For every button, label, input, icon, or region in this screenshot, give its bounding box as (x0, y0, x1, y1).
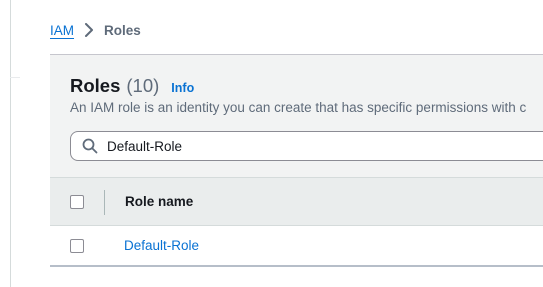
roles-container: Roles (10) Info An IAM role is an identi… (50, 54, 543, 267)
breadcrumb-iam-link[interactable]: IAM (50, 23, 74, 38)
chevron-right-icon (74, 20, 104, 40)
roles-header: Roles (10) Info An IAM role is an identi… (50, 55, 543, 177)
breadcrumb-current: Roles (104, 22, 141, 38)
side-navigation-divider (10, 77, 20, 78)
roles-title-row: Roles (10) Info (70, 75, 194, 97)
side-navigation-edge (10, 0, 20, 287)
breadcrumb: IAM Roles (50, 20, 141, 40)
info-link[interactable]: Info (171, 81, 194, 95)
table-row: Default-Role (50, 226, 543, 267)
search-icon (73, 132, 107, 160)
search-field[interactable] (70, 131, 543, 161)
role-name-link[interactable]: Default-Role (124, 238, 199, 253)
page-title: Roles (70, 75, 121, 96)
table-header-row: Role name (50, 177, 543, 226)
search-input[interactable] (107, 133, 543, 159)
column-divider[interactable] (104, 190, 105, 215)
iam-roles-page: IAM Roles Roles (10) Info An IAM role is… (0, 0, 543, 287)
select-all-checkbox[interactable] (70, 195, 84, 209)
column-header-role-name[interactable]: Role name (125, 194, 193, 209)
row-select-checkbox[interactable] (70, 239, 84, 253)
roles-count: (10) (126, 75, 160, 96)
roles-description: An IAM role is an identity you can creat… (70, 100, 527, 115)
